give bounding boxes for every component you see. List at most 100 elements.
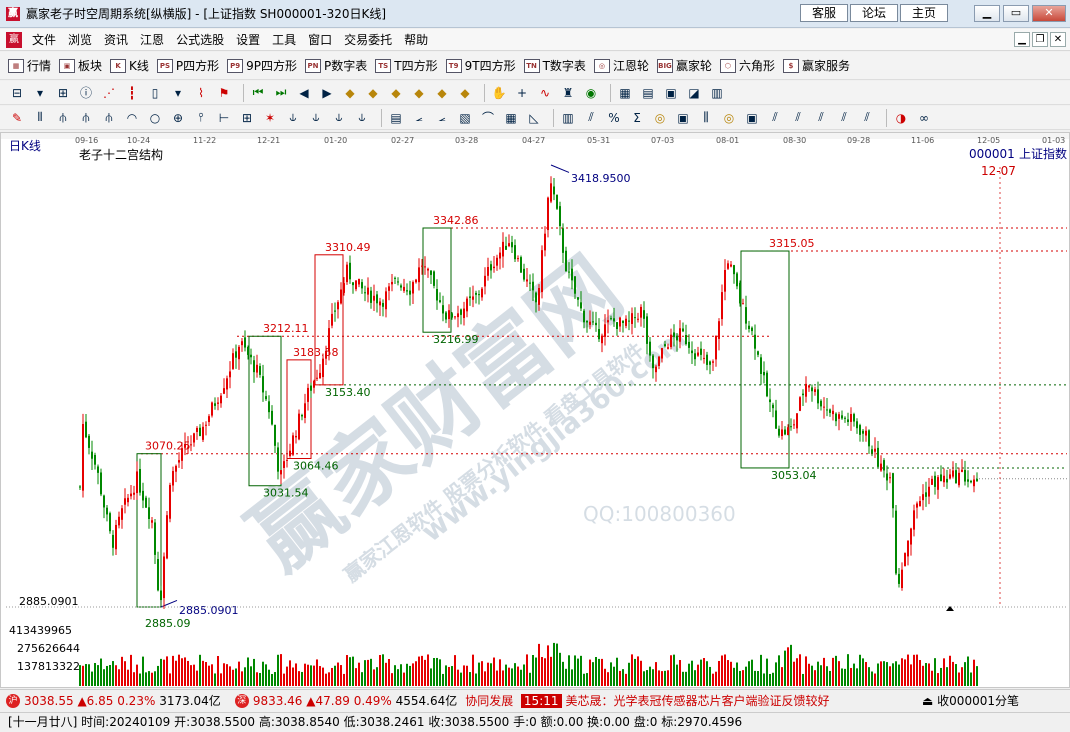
candle-type-icon[interactable]: ▯ — [146, 84, 164, 102]
angle-icon[interactable]: ⦟ — [433, 109, 451, 127]
grid-circle-icon[interactable]: ⊕ — [169, 109, 187, 127]
menu-formula[interactable]: 公式选股 — [170, 29, 230, 51]
homepage-link[interactable]: 主页 — [900, 4, 948, 22]
last-icon[interactable]: ⏭ — [272, 84, 290, 102]
toolbar-pn-table-button[interactable]: PN P数字表 — [305, 57, 367, 74]
fan-icon[interactable]: ⫽ — [812, 109, 830, 127]
box-icon[interactable]: ▣ — [743, 109, 761, 127]
zoom-icon[interactable]: ⊞ — [54, 84, 72, 102]
toolbar-hexagon-button[interactable]: ⬡ 六角形 — [719, 57, 775, 74]
fork-icon[interactable]: ⫝ — [307, 109, 325, 127]
dropdown-arrow-icon[interactable]: ▾ — [31, 84, 49, 102]
dropdown-arrow-icon[interactable]: ▾ — [169, 84, 187, 102]
info-icon[interactable]: ⓘ — [77, 84, 95, 102]
circle-icon[interactable]: ○ — [146, 109, 164, 127]
arc-icon[interactable]: ◠ — [123, 109, 141, 127]
flag-icon[interactable]: ⚑ — [215, 84, 233, 102]
news-ticker[interactable]: 协同发展 15:11 美芯晟：光学表冠传感器芯片客户端验证反馈较好 — [465, 692, 830, 709]
toolbar-p-square-button[interactable]: PS P四方形 — [156, 57, 219, 74]
customer-service-link[interactable]: 客服 — [800, 4, 848, 22]
chart-settings-icon[interactable]: ◪ — [685, 84, 703, 102]
line-chart-icon[interactable]: ⋰ — [100, 84, 118, 102]
toolbar-9p-square-button[interactable]: P9 9P四方形 — [227, 57, 297, 74]
star-icon[interactable]: ✶ — [261, 109, 279, 127]
ruler-icon[interactable]: ⊢ — [215, 109, 233, 127]
menu-info[interactable]: 资讯 — [98, 29, 134, 51]
triangle-icon[interactable]: ◺ — [525, 109, 543, 127]
mdi-restore-button[interactable]: ❐ — [1032, 32, 1048, 47]
wave-icon[interactable]: ∿ — [536, 84, 554, 102]
pencil-icon[interactable]: ✎ — [8, 109, 26, 127]
toolbar-grid-button[interactable]: ▦ 行情 — [8, 57, 51, 74]
toolbar-gann-wheel-button[interactable]: ◎ 江恩轮 — [593, 57, 649, 74]
shirt-icon[interactable]: ♜ — [559, 84, 577, 102]
menu-file[interactable]: 文件 — [26, 29, 62, 51]
coin-icon[interactable]: ◎ — [651, 109, 669, 127]
diamond-icon[interactable]: ◆ — [387, 84, 405, 102]
fan-icon[interactable]: ⫯ — [192, 109, 210, 127]
grid-icon[interactable]: ▦ — [502, 109, 520, 127]
tick-data-link[interactable]: ⏏ 收000001分笔 — [922, 692, 1019, 709]
fan-icon[interactable]: ⫽ — [789, 109, 807, 127]
fan-icon[interactable]: ⫽ — [858, 109, 876, 127]
toolbar-winner-wheel-button[interactable]: BIG 赢家轮 — [656, 57, 712, 74]
coin-icon[interactable]: ◎ — [720, 109, 738, 127]
menu-trade[interactable]: 交易委托 — [338, 29, 398, 51]
percent-icon[interactable]: % — [605, 109, 623, 127]
fork-icon[interactable]: ⫝ — [353, 109, 371, 127]
draw-icon[interactable]: ⌇ — [192, 84, 210, 102]
minimize-button[interactable]: ▁ — [974, 5, 1000, 22]
curve-icon[interactable]: ⌒ — [479, 109, 497, 127]
export-icon[interactable]: ▥ — [708, 84, 726, 102]
fork-icon[interactable]: ⫝ — [330, 109, 348, 127]
menu-gann[interactable]: 江恩 — [134, 29, 170, 51]
toolbar-9t-square-button[interactable]: T9 9T四方形 — [445, 57, 516, 74]
parallel-lines-icon[interactable]: ⫴ — [31, 109, 49, 127]
toolbar-blocks-button[interactable]: ▣ 板块 — [59, 57, 102, 74]
color-wheel-icon[interactable]: ◑ — [892, 109, 910, 127]
sz-index-segment[interactable]: 深 9833.46 ▲47.89 0.49% 4554.64亿 — [229, 692, 457, 709]
fan-icon[interactable]: ⫽ — [835, 109, 853, 127]
angle-icon[interactable]: ⦟ — [410, 109, 428, 127]
sigma-icon[interactable]: Σ — [628, 109, 646, 127]
fib-icon[interactable]: ⫽ — [582, 109, 600, 127]
hand-icon[interactable]: ✋ — [490, 84, 508, 102]
maximize-button[interactable]: ▭ — [1003, 5, 1029, 22]
toolbar-tn-table-button[interactable]: TN T数字表 — [523, 57, 586, 74]
diamond-icon[interactable]: ◆ — [364, 84, 382, 102]
diamond-icon[interactable]: ◆ — [456, 84, 474, 102]
globe-icon[interactable]: ◉ — [582, 84, 600, 102]
toolbar-t-square-button[interactable]: TS T四方形 — [375, 57, 438, 74]
back-icon[interactable]: ◀ — [295, 84, 313, 102]
fan-icon[interactable]: ⫽ — [766, 109, 784, 127]
first-icon[interactable]: ⏮ — [249, 84, 267, 102]
diamond-icon[interactable]: ◆ — [433, 84, 451, 102]
diamond-icon[interactable]: ◆ — [410, 84, 428, 102]
menu-browse[interactable]: 浏览 — [62, 29, 98, 51]
sh-index-segment[interactable]: 沪 3038.55 ▲6.85 0.23% 3173.04亿 — [0, 692, 221, 709]
mdi-minimize-button[interactable]: ▁ — [1014, 32, 1030, 47]
menu-settings[interactable]: 设置 — [230, 29, 266, 51]
calculator-icon[interactable]: ▤ — [639, 84, 657, 102]
crosshair-icon[interactable]: + — [513, 84, 531, 102]
save-icon[interactable]: ▣ — [662, 84, 680, 102]
menu-tools[interactable]: 工具 — [266, 29, 302, 51]
close-button[interactable]: ✕ — [1032, 5, 1066, 22]
table-icon[interactable]: ▥ — [559, 109, 577, 127]
pitchfork-icon[interactable]: ⫛ — [77, 109, 95, 127]
forward-icon[interactable]: ▶ — [318, 84, 336, 102]
line-tool-icon[interactable]: ⫼ — [697, 109, 715, 127]
pitchfork-icon[interactable]: ⫛ — [54, 109, 72, 127]
menu-help[interactable]: 帮助 — [398, 29, 434, 51]
kline-chart[interactable]: 09-16 10-24 11-22 12-21 01-20 02-27 03-28 04-27… — [1, 133, 1069, 687]
infinity-icon[interactable]: ∞ — [915, 109, 933, 127]
kline-chart-panel[interactable]: 09-16 10-24 11-22 12-21 01-20 02-27 03-28 04-27… — [0, 132, 1070, 688]
toolbar-dollar-button[interactable]: $ 赢家服务 — [782, 57, 850, 74]
channel-icon[interactable]: ▤ — [387, 109, 405, 127]
mdi-close-button[interactable]: ✕ — [1050, 32, 1066, 47]
fork-icon[interactable]: ⫝ — [284, 109, 302, 127]
diamond-icon[interactable]: ◆ — [341, 84, 359, 102]
toolbar-candle-button[interactable]: K K线 — [110, 57, 149, 74]
box-icon[interactable]: ▣ — [674, 109, 692, 127]
calendar-icon[interactable]: ▦ — [616, 84, 634, 102]
